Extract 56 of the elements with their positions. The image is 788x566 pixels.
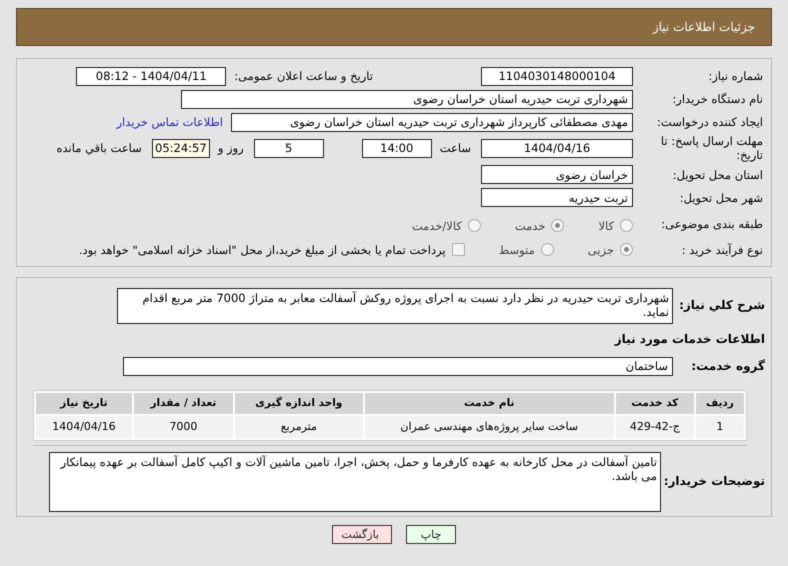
announce-date-field: 1404/04/11 - 08:12 (76, 66, 226, 86)
field-label: گروه خدمت: (690, 358, 765, 374)
radio-button[interactable] (620, 219, 633, 232)
days-field: 5 (254, 138, 324, 158)
option-label: کالا (598, 218, 614, 233)
back-button[interactable]: بازگشت (332, 524, 392, 544)
section-heading: اطلاعات خدمات مورد نیاز (613, 332, 765, 347)
deadline-date-field: 1404/04/16 (481, 138, 633, 158)
header-title: جزئیات اطلاعات نیاز (652, 20, 755, 34)
field-label: تاریخ و ساعت اعلان عمومی: (234, 68, 374, 84)
payment-note: پرداخت تمام یا بخشی از مبلغ خرید،از محل "اسناد خزانه اسلامی" خواهد بود. (78, 242, 446, 257)
deadline-time-field: 14:00 (362, 138, 432, 158)
checkbox[interactable] (452, 243, 465, 256)
radio-button[interactable] (551, 219, 564, 232)
field-label: شهر محل تحویل: (678, 190, 764, 205)
radio-button[interactable] (468, 219, 481, 232)
table-cell: 1 (696, 416, 744, 438)
summary-box: شهرداری تربت حیدریه در نظر دارد نسبت به اجرای پروژه روکش آسفالت معابر به متراژ 7000 متر مربع اقدام نماید. (117, 288, 673, 324)
option-label: خدمت (514, 218, 546, 233)
column-header: تاریخ نیاز (36, 392, 132, 414)
table-cell: 7000 (134, 416, 233, 438)
radio-button[interactable] (620, 243, 633, 256)
option-label: کالا/خدمت (412, 218, 462, 233)
field-label: شرح کلي نیاز: (681, 298, 765, 313)
field-label: ساعت (440, 141, 472, 156)
field-label: شماره نیاز: (707, 68, 764, 84)
province-field: خراسان رضوی (481, 165, 633, 184)
service-group-field: ساختمان (123, 356, 673, 376)
buyer-name-field: شهرداری تربت حیدریه استان خراسان رضوی (181, 90, 633, 108)
table-cell: مترمربع (235, 416, 363, 438)
column-header: نام خدمت (364, 392, 614, 414)
field-label: طبقه بندی موضوعی: (660, 216, 764, 231)
column-header: واحد اندازه گیری (235, 392, 363, 414)
print-button[interactable]: چاپ (406, 524, 456, 544)
remaining-time-field: 05:24:57 (152, 138, 210, 158)
field-label: ساعت باقي مانده (56, 141, 143, 156)
option-label: جزیی (588, 242, 614, 257)
buyer-notes-box: تامین آسفالت در محل کارخانه به عهده کارفرما و حمل، پخش، اجرا، تامین ماشین آلات و اکیپ کامل آسفالت بر عهده پیمانکار می باشد. (49, 452, 661, 512)
buyer-contact-link[interactable]: اطلاعات تماس خریدار (116, 114, 223, 130)
field-label: نوع فرآیند خرید : (680, 242, 764, 257)
radio-button[interactable] (540, 243, 554, 256)
city-field: تربت حیدریه (481, 188, 633, 208)
field-label: استان محل تحویل: (672, 168, 764, 182)
column-header: ردیف (696, 392, 744, 414)
table-cell: ساخت سایر پروژه‌های مهندسی عمران (364, 416, 614, 438)
table-cell: 1404/04/16 (36, 416, 132, 438)
field-label: ایجاد کننده درخواست: (656, 114, 764, 130)
column-header: تعداد / مقدار (134, 392, 233, 414)
field-label: روز و (218, 141, 245, 156)
field-label: مهلت ارسال پاسخ: تا تاریخ: (660, 134, 764, 163)
column-header: کد خدمت (616, 392, 694, 414)
option-label: متوسط (498, 242, 535, 257)
creator-field: مهدی مصطفائی کارپرداز شهرداری تربت حیدریه استان خراسان رضوی (231, 112, 633, 132)
need-number-field: 1104030148000104 (481, 66, 633, 86)
field-label: نام دستگاه خریدار: (671, 92, 764, 106)
table-cell: ج-42-429 (616, 416, 694, 438)
